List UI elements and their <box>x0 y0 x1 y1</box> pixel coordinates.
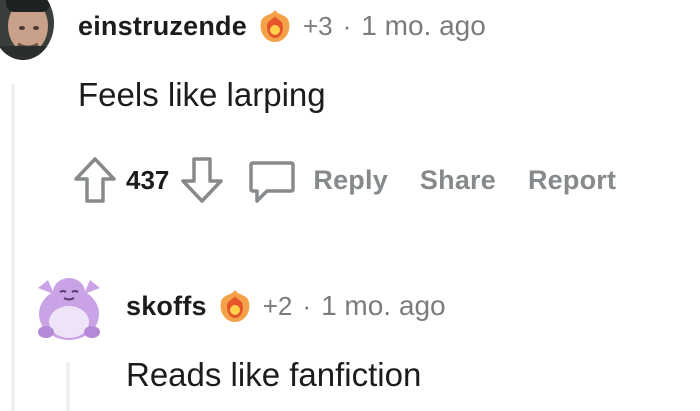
comment-actions: 437 Reply Share Report <box>72 150 616 210</box>
user-photo-icon <box>0 0 54 60</box>
username[interactable]: skoffs <box>126 291 207 322</box>
flame-flair-icon <box>217 288 253 324</box>
share-button[interactable]: Share <box>420 165 496 196</box>
report-button[interactable]: Report <box>528 165 616 196</box>
comment-meta: einstruzende +3 · 1 mo. ago <box>78 6 486 46</box>
karma-badge: +3 <box>302 10 333 41</box>
comment-body: Feels like larping <box>78 76 326 113</box>
username[interactable]: einstruzende <box>78 11 247 42</box>
comment-meta: skoffs +2 · 1 mo. ago <box>126 286 446 326</box>
thread-line-nested[interactable] <box>66 362 70 411</box>
vote-count: 437 <box>126 164 170 195</box>
timestamp[interactable]: 1 mo. ago <box>361 10 486 42</box>
separator-dot: · <box>342 10 352 41</box>
avatar[interactable] <box>0 0 54 60</box>
separator-dot: · <box>302 290 312 321</box>
comment-body: Reads like fanfiction <box>126 356 422 393</box>
comment-thread: einstruzende +3 · 1 mo. ago Feels like l… <box>0 0 700 411</box>
reply-button[interactable]: Reply <box>313 165 388 196</box>
thread-line[interactable] <box>11 84 15 411</box>
flame-flair-icon <box>257 8 293 44</box>
downvote-icon[interactable] <box>179 155 225 205</box>
upvote-icon[interactable] <box>72 155 118 205</box>
comment-bubble-icon[interactable] <box>247 155 297 205</box>
karma-badge: +2 <box>262 290 293 321</box>
timestamp[interactable]: 1 mo. ago <box>321 290 446 322</box>
snorlax-avatar-icon <box>38 278 100 340</box>
avatar[interactable] <box>32 266 106 342</box>
